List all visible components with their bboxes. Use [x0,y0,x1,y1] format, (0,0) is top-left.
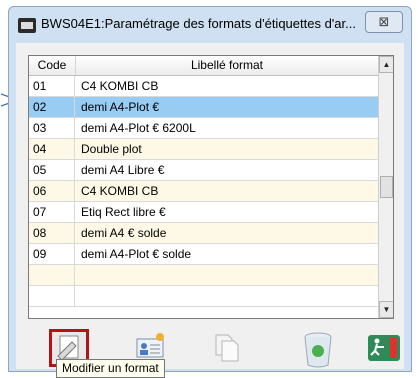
cell-label: C4 KOMBI CB [81,184,159,198]
cell-label: Etiq Rect libre € [81,205,166,219]
column-header-label[interactable]: Libellé format [76,56,378,75]
delete-format-button[interactable] [298,329,338,368]
cell-code: 07 [29,202,75,222]
cell-code: 04 [29,139,75,159]
cell-code: 01 [29,76,75,96]
cell-label [76,265,378,285]
cell-label: demi A4 Libre € [81,163,165,177]
cell-label: demi A4-Plot € solde [81,247,192,261]
column-header-code[interactable]: Code [29,56,76,75]
table-row-selected[interactable]: 02 demi A4-Plot € [29,97,378,118]
cell-label: demi A4-Plot € 6200L [81,121,196,135]
cell-code: 08 [29,223,75,243]
formats-table: Code Libellé format 01 C4 KOMBI CB 02 de… [28,55,394,319]
exit-button[interactable] [362,329,402,367]
cell-code: 05 [29,160,75,180]
copy-icon [215,334,239,362]
cell-label: demi A4 € solde [81,226,167,240]
exit-door-icon [368,335,400,361]
dialog-content: Code Libellé format 01 C4 KOMBI CB 02 de… [16,43,404,369]
table-row[interactable]: 03 demi A4-Plot € 6200L [29,118,378,139]
dialog-frame: BWS04E1:Paramétrage des formats d'étique… [8,6,412,372]
table-row-empty[interactable] [29,265,378,286]
cell-label [76,286,378,306]
recycle-bin-icon [304,332,332,368]
cell-code [29,286,75,306]
table-row-empty[interactable] [29,286,378,307]
scroll-thumb[interactable] [380,176,393,198]
cell-code [29,265,75,285]
cell-code: 06 [29,181,75,201]
cell-label: Double plot [81,142,142,156]
table-row[interactable]: 05 demi A4 Libre € [29,160,378,181]
close-button[interactable]: ⊠ [365,11,403,33]
title-bar[interactable]: BWS04E1:Paramétrage des formats d'étique… [9,7,411,41]
cell-label: C4 KOMBI CB [81,79,159,93]
table-body: 01 C4 KOMBI CB 02 demi A4-Plot € 03 demi… [29,76,378,307]
copy-format-button[interactable] [206,329,246,367]
close-icon: ⊠ [378,14,390,29]
app-window: BWS04E1:Paramétrage des formats d'étique… [0,0,418,378]
scroll-up-button[interactable]: ▲ [379,56,393,73]
table-row[interactable]: 08 demi A4 € solde [29,223,378,244]
cell-code: 09 [29,244,75,264]
app-logo-icon [18,18,36,33]
table-row[interactable]: 06 C4 KOMBI CB [29,181,378,202]
vertical-scrollbar[interactable]: ▲ ▼ [378,56,393,318]
scroll-down-button[interactable]: ▼ [379,301,393,318]
cell-code: 02 [29,97,75,117]
cell-label: demi A4-Plot € [81,100,160,114]
tooltip: Modifier un format [56,359,165,378]
table-row[interactable]: 09 demi A4-Plot € solde [29,244,378,265]
table-row[interactable]: 04 Double plot [29,139,378,160]
table-row[interactable]: 01 C4 KOMBI CB [29,76,378,97]
window-title: BWS04E1:Paramétrage des formats d'étique… [41,16,356,31]
cell-code: 03 [29,118,75,138]
table-row[interactable]: 07 Etiq Rect libre € [29,202,378,223]
table-header: Code Libellé format [29,56,378,76]
